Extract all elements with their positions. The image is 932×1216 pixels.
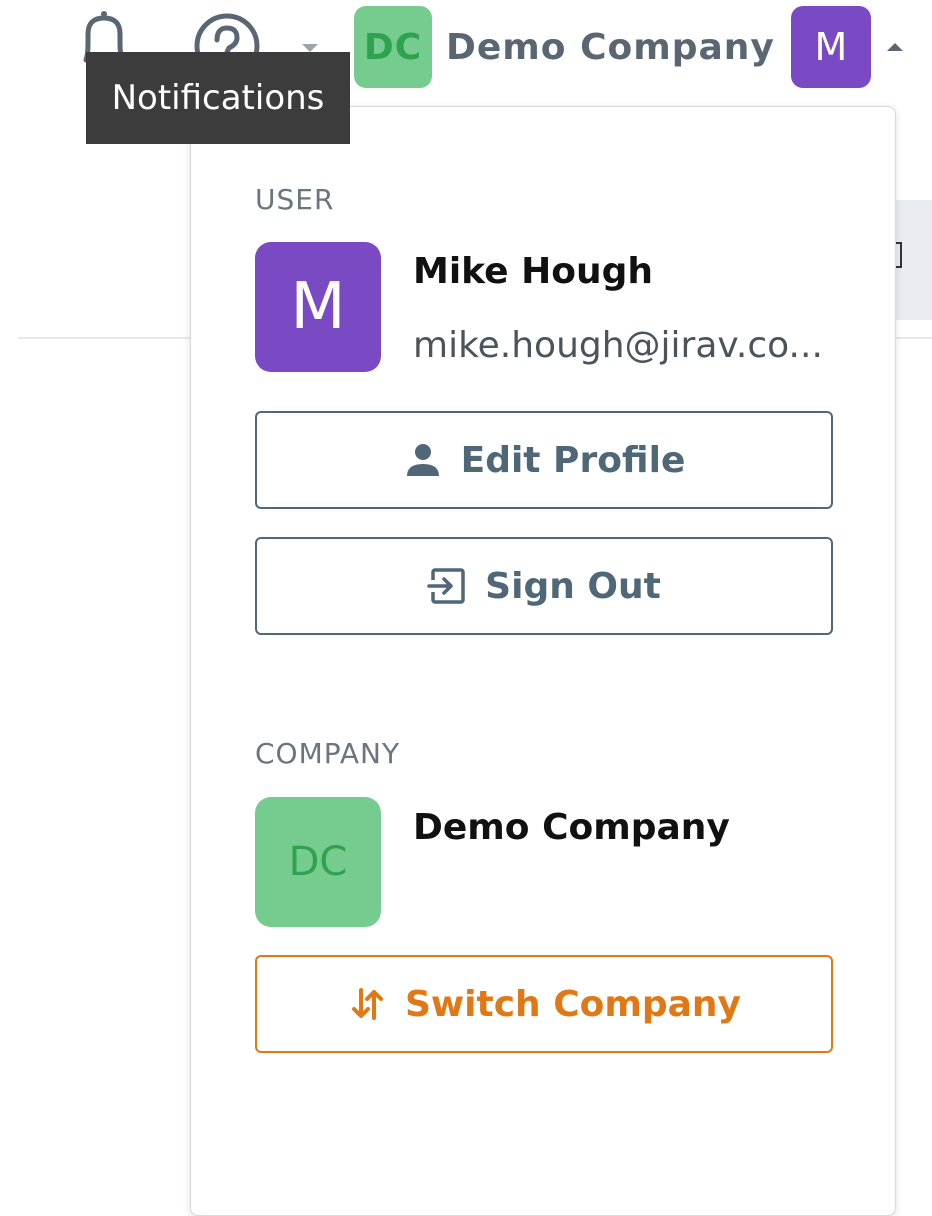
- company-badge: DC: [354, 6, 432, 88]
- user-name: Mike Hough: [413, 251, 653, 292]
- company-avatar: DC: [255, 797, 381, 927]
- company-section-label: COMPANY: [255, 737, 401, 770]
- background-mark: [896, 242, 902, 268]
- help-dropdown-caret-icon[interactable]: [302, 44, 318, 52]
- user-section-label: USER: [255, 183, 335, 216]
- switch-company-label: Switch Company: [404, 983, 742, 1025]
- background-divider-right: [896, 337, 932, 339]
- edit-profile-button[interactable]: Edit Profile: [255, 411, 833, 509]
- user-avatar-small: M: [790, 6, 871, 88]
- account-dropdown: USER M Mike Hough mike.hough@jirav.co...…: [190, 106, 896, 1216]
- edit-profile-label: Edit Profile: [460, 439, 686, 481]
- sign-out-button[interactable]: Sign Out: [255, 537, 833, 635]
- user-avatar: M: [255, 242, 381, 372]
- user-icon: [406, 444, 439, 476]
- switch-company-button[interactable]: Switch Company: [255, 955, 833, 1053]
- background-panel: [896, 200, 932, 320]
- sign-out-icon: [427, 568, 465, 604]
- account-menu-trigger[interactable]: DC Demo Company M: [354, 6, 903, 88]
- company-name: Demo Company: [413, 807, 730, 848]
- notifications-tooltip: Notifications: [86, 52, 350, 144]
- company-name-label: Demo Company: [446, 26, 775, 68]
- background-divider: [18, 337, 218, 339]
- sign-out-label: Sign Out: [485, 565, 661, 607]
- caret-up-icon: [886, 43, 903, 51]
- swap-arrows-icon: [351, 988, 383, 1020]
- user-email: mike.hough@jirav.co...: [413, 325, 823, 366]
